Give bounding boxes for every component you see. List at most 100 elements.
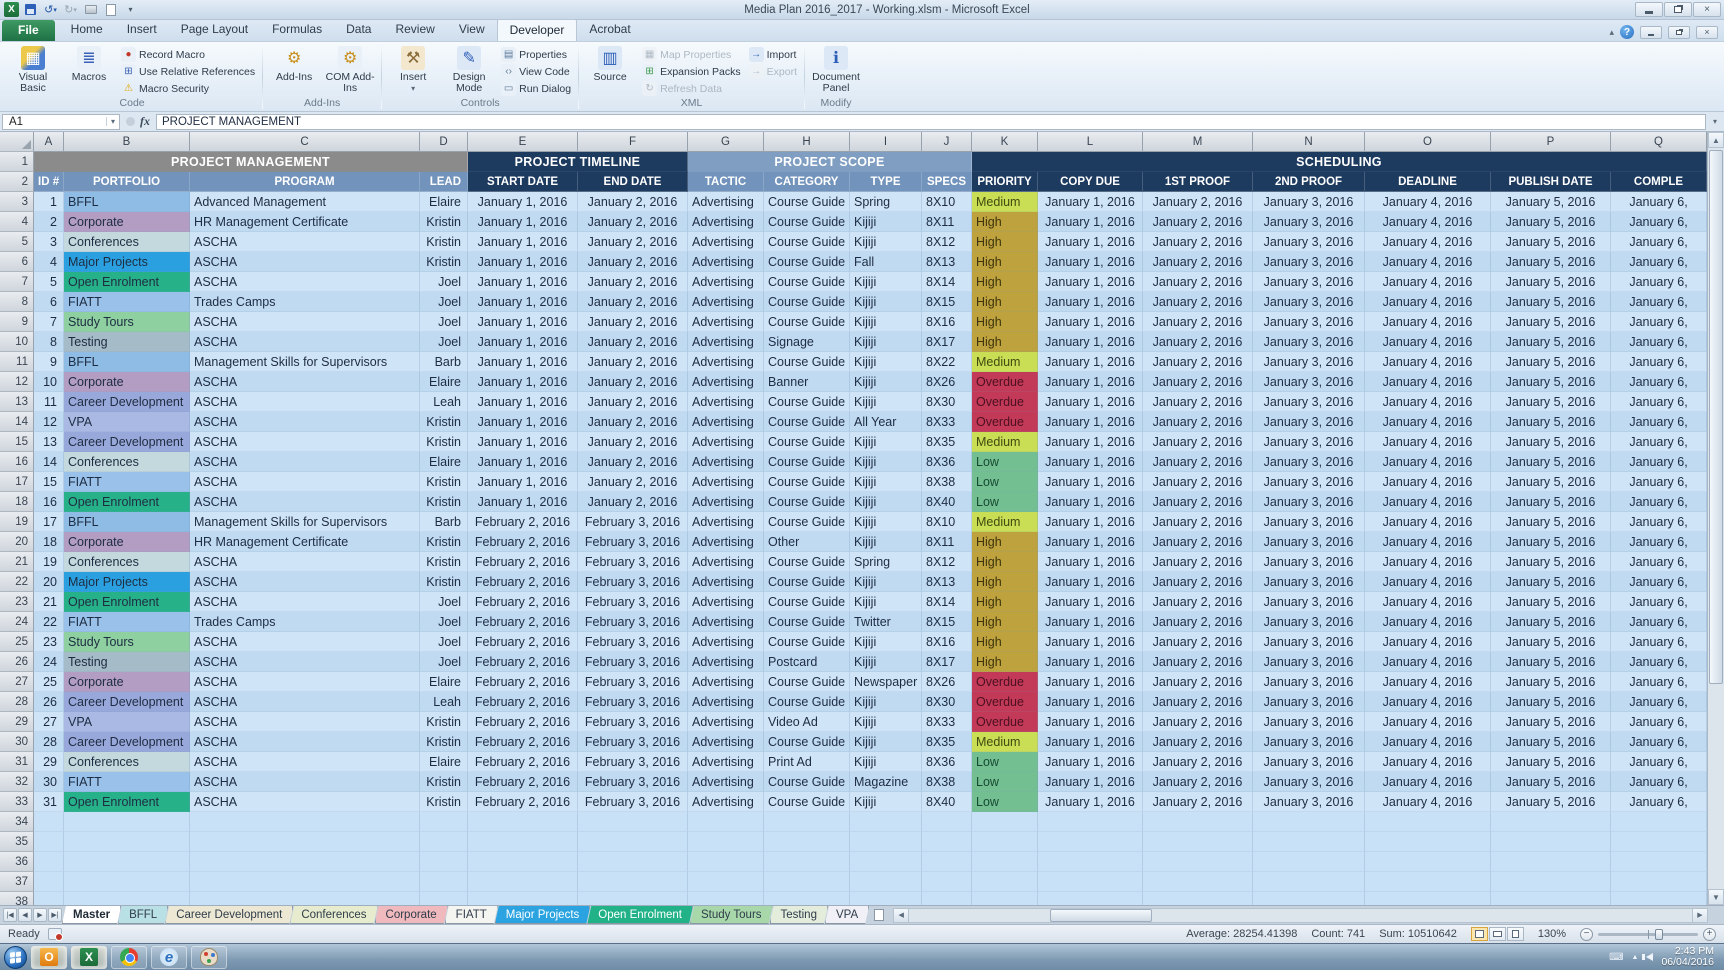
table-column-header-J[interactable]: SPECS (922, 172, 972, 192)
cell-C30[interactable]: ASCHA (190, 732, 420, 752)
cell-N30[interactable]: January 3, 2016 (1253, 732, 1365, 752)
group-header-project-scope[interactable]: PROJECT SCOPE (688, 152, 972, 172)
workbook-restore-button[interactable] (1668, 26, 1690, 39)
cell-M16[interactable]: January 2, 2016 (1143, 452, 1253, 472)
cell-A8[interactable]: 6 (34, 292, 64, 312)
column-header-O[interactable]: O (1365, 132, 1491, 152)
undo-button[interactable]: ↺▾ (42, 2, 59, 17)
cell-D35[interactable] (420, 832, 468, 852)
cell-P17[interactable]: January 5, 2016 (1491, 472, 1611, 492)
start-button[interactable] (4, 946, 27, 969)
sheet-tab-career-development[interactable]: Career Development (165, 906, 293, 924)
cell-C24[interactable]: Trades Camps (190, 612, 420, 632)
cell-F32[interactable]: February 3, 2016 (578, 772, 688, 792)
row-header-1[interactable]: 1 (0, 152, 34, 172)
com-add-ins-button[interactable]: ⚙COM Add-Ins (323, 44, 377, 94)
cell-L7[interactable]: January 1, 2016 (1038, 272, 1143, 292)
cell-B3[interactable]: BFFL (64, 192, 190, 212)
tab-review[interactable]: Review (383, 19, 446, 41)
cell-I13[interactable]: Kijiji (850, 392, 922, 412)
cell-C19[interactable]: Management Skills for Supervisors (190, 512, 420, 532)
taskbar-clock[interactable]: 2:43 PM 06/04/2016 (1661, 946, 1720, 968)
cell-O16[interactable]: January 4, 2016 (1365, 452, 1491, 472)
table-column-header-K[interactable]: PRIORITY (972, 172, 1038, 192)
cell-P4[interactable]: January 5, 2016 (1491, 212, 1611, 232)
cell-C36[interactable] (190, 852, 420, 872)
cell-C23[interactable]: ASCHA (190, 592, 420, 612)
cell-O7[interactable]: January 4, 2016 (1365, 272, 1491, 292)
macro-security-button[interactable]: ⚠Macro Security (118, 81, 258, 96)
cell-C6[interactable]: ASCHA (190, 252, 420, 272)
cell-G22[interactable]: Advertising (688, 572, 764, 592)
use-relative-references-button[interactable]: ⊞Use Relative References (118, 64, 258, 79)
cell-A33[interactable]: 31 (34, 792, 64, 812)
cell-P27[interactable]: January 5, 2016 (1491, 672, 1611, 692)
cell-J34[interactable] (922, 812, 972, 832)
cell-I30[interactable]: Kijiji (850, 732, 922, 752)
cell-A13[interactable]: 11 (34, 392, 64, 412)
cell-O9[interactable]: January 4, 2016 (1365, 312, 1491, 332)
cell-A35[interactable] (34, 832, 64, 852)
cell-G21[interactable]: Advertising (688, 552, 764, 572)
cell-D24[interactable]: Joel (420, 612, 468, 632)
cell-F3[interactable]: January 2, 2016 (578, 192, 688, 212)
cell-J19[interactable]: 8X10 (922, 512, 972, 532)
cell-N14[interactable]: January 3, 2016 (1253, 412, 1365, 432)
cell-I36[interactable] (850, 852, 922, 872)
previous-sheet-icon[interactable]: ◀ (18, 908, 32, 922)
cell-E25[interactable]: February 2, 2016 (468, 632, 578, 652)
cell-H18[interactable]: Course Guide (764, 492, 850, 512)
cell-H11[interactable]: Course Guide (764, 352, 850, 372)
cell-E26[interactable]: February 2, 2016 (468, 652, 578, 672)
cell-D25[interactable]: Joel (420, 632, 468, 652)
tab-home[interactable]: Home (59, 19, 115, 41)
volume-icon[interactable] (1646, 953, 1653, 961)
taskbar-excel-button[interactable]: X (71, 946, 107, 969)
cell-K30[interactable]: Medium (972, 732, 1038, 752)
row-header-7[interactable]: 7 (0, 272, 34, 292)
cell-M25[interactable]: January 2, 2016 (1143, 632, 1253, 652)
cell-G4[interactable]: Advertising (688, 212, 764, 232)
cell-A22[interactable]: 20 (34, 572, 64, 592)
cell-A21[interactable]: 19 (34, 552, 64, 572)
cell-E17[interactable]: January 1, 2016 (468, 472, 578, 492)
cell-M36[interactable] (1143, 852, 1253, 872)
cell-F28[interactable]: February 3, 2016 (578, 692, 688, 712)
cell-F5[interactable]: January 2, 2016 (578, 232, 688, 252)
insert-function-icon[interactable]: fx (140, 114, 150, 129)
cell-J28[interactable]: 8X30 (922, 692, 972, 712)
cell-C8[interactable]: Trades Camps (190, 292, 420, 312)
cell-B35[interactable] (64, 832, 190, 852)
cell-P9[interactable]: January 5, 2016 (1491, 312, 1611, 332)
cell-E20[interactable]: February 2, 2016 (468, 532, 578, 552)
cell-A17[interactable]: 15 (34, 472, 64, 492)
customize-quick-access-button[interactable]: ▾ (122, 2, 139, 17)
cell-K21[interactable]: High (972, 552, 1038, 572)
scroll-right-icon[interactable]: ▶ (1692, 908, 1708, 923)
cell-O17[interactable]: January 4, 2016 (1365, 472, 1491, 492)
cell-I28[interactable]: Kijiji (850, 692, 922, 712)
cell-N9[interactable]: January 3, 2016 (1253, 312, 1365, 332)
cell-H34[interactable] (764, 812, 850, 832)
cell-H33[interactable]: Course Guide (764, 792, 850, 812)
cell-Q27[interactable]: January 6, (1611, 672, 1707, 692)
visual-basic-button[interactable]: ▦Visual Basic (6, 44, 60, 94)
cell-Q21[interactable]: January 6, (1611, 552, 1707, 572)
cell-P10[interactable]: January 5, 2016 (1491, 332, 1611, 352)
cell-F24[interactable]: February 3, 2016 (578, 612, 688, 632)
cell-F33[interactable]: February 3, 2016 (578, 792, 688, 812)
cell-M21[interactable]: January 2, 2016 (1143, 552, 1253, 572)
cell-F26[interactable]: February 3, 2016 (578, 652, 688, 672)
cell-I22[interactable]: Kijiji (850, 572, 922, 592)
cell-E12[interactable]: January 1, 2016 (468, 372, 578, 392)
cell-C12[interactable]: ASCHA (190, 372, 420, 392)
cell-K36[interactable] (972, 852, 1038, 872)
row-header-28[interactable]: 28 (0, 692, 34, 712)
show-hidden-icons[interactable]: ▲ (1632, 954, 1639, 961)
cell-B37[interactable] (64, 872, 190, 892)
cell-F9[interactable]: January 2, 2016 (578, 312, 688, 332)
cell-D10[interactable]: Joel (420, 332, 468, 352)
cell-Q22[interactable]: January 6, (1611, 572, 1707, 592)
row-header-16[interactable]: 16 (0, 452, 34, 472)
cell-O12[interactable]: January 4, 2016 (1365, 372, 1491, 392)
